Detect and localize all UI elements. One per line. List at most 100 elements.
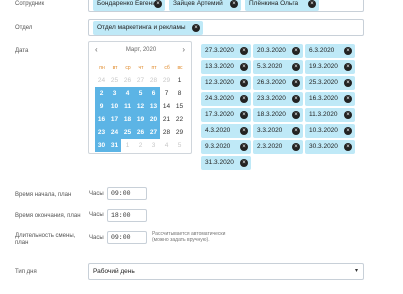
close-icon[interactable]: × — [240, 143, 248, 151]
close-icon[interactable]: × — [240, 95, 248, 103]
department-label: Отдел — [15, 25, 33, 31]
calendar-day[interactable]: 26 — [134, 126, 147, 139]
close-icon[interactable]: × — [292, 95, 300, 103]
weekday-header: ср — [125, 65, 131, 71]
calendar-day[interactable]: 4 — [121, 87, 134, 100]
calendar-day[interactable]: 22 — [173, 113, 186, 126]
close-icon[interactable]: × — [230, 0, 238, 8]
close-icon[interactable]: × — [292, 143, 300, 151]
close-icon[interactable]: × — [240, 63, 248, 71]
chevron-right-icon[interactable]: › — [182, 45, 185, 54]
calendar-day[interactable]: 14 — [160, 100, 173, 113]
duration-input[interactable]: 09:00 — [107, 231, 147, 244]
calendar-day[interactable]: 13 — [147, 100, 160, 113]
selected-date-tag: 4.3.2020 × — [201, 124, 251, 138]
calendar-day[interactable]: 5 — [134, 87, 147, 100]
department-field[interactable]: Отдел маркетинга и рекламы × — [88, 19, 364, 36]
calendar-day[interactable]: 26 — [121, 74, 134, 87]
calendar-day[interactable]: 6 — [147, 87, 160, 100]
calendar-day[interactable]: 17 — [108, 113, 121, 126]
calendar-day[interactable]: 2 — [134, 139, 147, 152]
close-icon[interactable]: × — [240, 127, 248, 135]
close-icon[interactable]: × — [240, 47, 248, 55]
close-icon[interactable]: × — [292, 47, 300, 55]
calendar-day[interactable]: 24 — [108, 126, 121, 139]
selected-date-tag: 11.3.2020 × — [305, 108, 355, 122]
close-icon[interactable]: × — [344, 79, 352, 87]
calendar-day[interactable]: 30 — [95, 139, 108, 152]
weekday-header: сб — [164, 65, 170, 71]
calendar-day[interactable]: 19 — [134, 113, 147, 126]
calendar-day[interactable]: 2 — [95, 87, 108, 100]
calendar-day[interactable]: 7 — [160, 87, 173, 100]
calendar-day[interactable]: 1 — [173, 74, 186, 87]
calendar-day[interactable]: 3 — [108, 87, 121, 100]
employee-tag: Зайцев Артемий × — [169, 0, 241, 11]
close-icon[interactable]: × — [344, 47, 352, 55]
close-icon[interactable]: × — [240, 111, 248, 119]
close-icon[interactable]: × — [292, 127, 300, 135]
calendar-day[interactable]: 27 — [147, 126, 160, 139]
calendar-day[interactable]: 4 — [160, 139, 173, 152]
employee-tag: Плёнкина Ольга × — [245, 0, 319, 11]
hours-label: Часы — [89, 212, 104, 218]
calendar-day[interactable]: 9 — [95, 100, 108, 113]
close-icon[interactable]: × — [192, 24, 200, 32]
selected-date-tag: 26.3.2020 × — [253, 76, 303, 90]
start-time-input[interactable]: 09:00 — [107, 187, 147, 200]
calendar-day[interactable]: 23 — [95, 126, 108, 139]
department-tag: Отдел маркетинга и рекламы × — [93, 21, 203, 35]
calendar-day[interactable]: 29 — [173, 126, 186, 139]
calendar-day[interactable]: 10 — [108, 100, 121, 113]
close-icon[interactable]: × — [292, 111, 300, 119]
close-icon[interactable]: × — [240, 79, 248, 87]
close-icon[interactable]: × — [154, 0, 162, 8]
calendar-day[interactable]: 18 — [121, 113, 134, 126]
close-icon[interactable]: × — [344, 63, 352, 71]
calendar-day[interactable]: 29 — [160, 74, 173, 87]
selected-date-tag: 5.3.2020 × — [253, 60, 303, 74]
close-icon[interactable]: × — [292, 63, 300, 71]
close-icon[interactable]: × — [344, 127, 352, 135]
employee-field[interactable]: Бондаренко Евгений × Зайцев Артемий × Пл… — [88, 0, 364, 12]
calendar-day[interactable]: 5 — [173, 139, 186, 152]
calendar-day[interactable]: 20 — [147, 113, 160, 126]
date-picker[interactable]: ‹ Март, 2020 › пн вт ср чт пт сб вс 24 25 26 27 28 2… — [88, 41, 192, 154]
end-time-input[interactable]: 18:00 — [107, 209, 147, 222]
close-icon[interactable]: × — [344, 111, 352, 119]
calendar-day[interactable]: 25 — [121, 126, 134, 139]
selected-date-tag: 13.3.2020 × — [201, 60, 251, 74]
selected-date-tag: 17.3.2020 × — [201, 108, 251, 122]
close-icon[interactable]: × — [344, 95, 352, 103]
selected-date-tag: 19.3.2020 × — [305, 60, 355, 74]
calendar-day[interactable]: 15 — [173, 100, 186, 113]
weekday-header: пт — [151, 65, 157, 71]
calendar-day[interactable]: 8 — [173, 87, 186, 100]
shift-form: Сотрудник Бондаренко Евгений × Зайцев Ар… — [0, 0, 403, 294]
duration-hint: Рассчитывается автоматически (можно зада… — [152, 231, 226, 243]
day-type-label: Тип дня — [15, 269, 37, 275]
close-icon[interactable]: × — [292, 79, 300, 87]
calendar-day[interactable]: 28 — [147, 74, 160, 87]
day-type-select[interactable]: Рабочий день ▾ — [88, 263, 364, 280]
calendar-day[interactable]: 31 — [108, 139, 121, 152]
selected-date-tag: 25.3.2020 × — [305, 76, 355, 90]
calendar-day[interactable]: 27 — [134, 74, 147, 87]
calendar-day[interactable]: 1 — [121, 139, 134, 152]
calendar-day[interactable]: 11 — [121, 100, 134, 113]
calendar-day[interactable]: 28 — [160, 126, 173, 139]
calendar-day[interactable]: 12 — [134, 100, 147, 113]
calendar-day[interactable]: 25 — [108, 74, 121, 87]
calendar-day[interactable]: 24 — [95, 74, 108, 87]
selected-date-tag: 16.3.2020 × — [305, 92, 355, 106]
calendar-day[interactable]: 21 — [160, 113, 173, 126]
calendar-day[interactable]: 16 — [95, 113, 108, 126]
selected-date-tag: 10.3.2020 × — [305, 124, 355, 138]
hours-label: Часы — [89, 191, 104, 197]
calendar-day[interactable]: 3 — [147, 139, 160, 152]
close-icon[interactable]: × — [308, 0, 316, 8]
hours-label: Часы — [89, 235, 104, 241]
close-icon[interactable]: × — [344, 143, 352, 151]
close-icon[interactable]: × — [240, 159, 248, 167]
selected-date-tag: 24.3.2020 × — [201, 92, 251, 106]
